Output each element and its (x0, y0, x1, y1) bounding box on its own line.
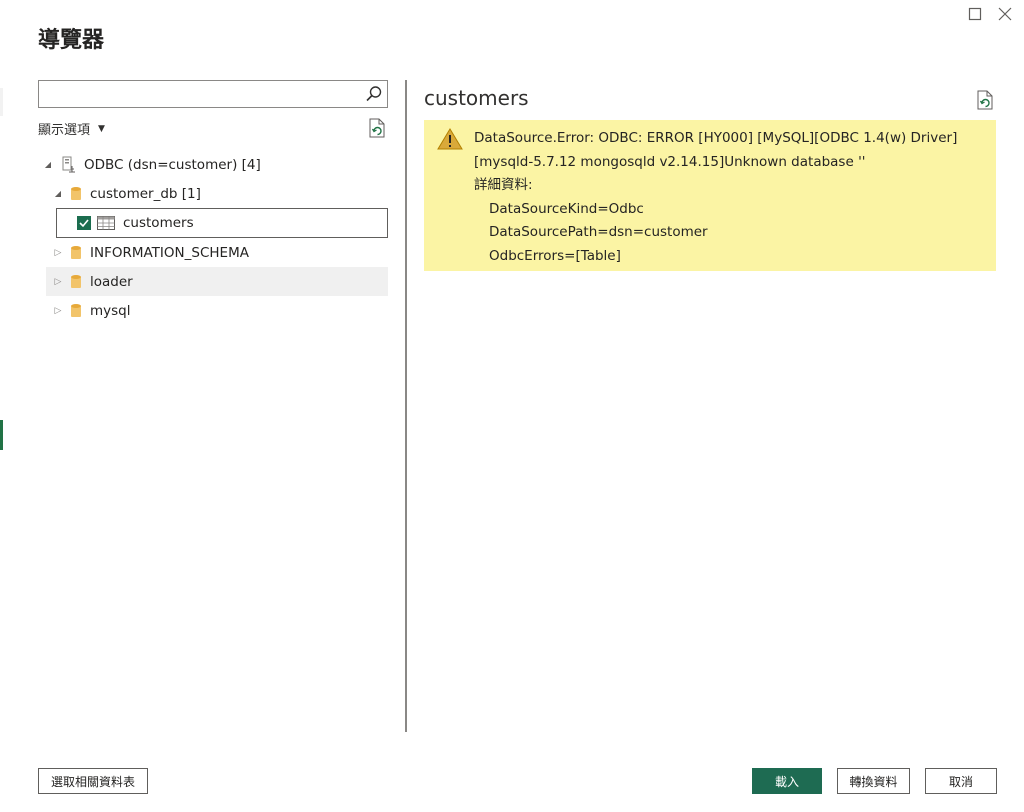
error-line: [mysqld-5.7.12 mongosqld v2.14.15]Unknow… (474, 153, 866, 170)
expand-arrow-icon[interactable]: ◢ (42, 160, 54, 169)
collapse-arrow-icon[interactable]: ▷ (52, 277, 64, 287)
error-detail: DataSourceKind=Odbc (489, 200, 644, 217)
select-related-tables-button[interactable]: 選取相關資料表 (38, 768, 148, 794)
close-button[interactable] (990, 4, 1020, 24)
refresh-icon[interactable] (368, 118, 386, 138)
tree-item-table[interactable]: customers (56, 208, 388, 238)
tree-item-database[interactable]: ▷ loader (46, 267, 388, 296)
transform-data-button[interactable]: 轉換資料 (837, 768, 910, 794)
tree-item-database[interactable]: ◢ customer_db [1] (52, 179, 388, 208)
search-box[interactable] (38, 80, 388, 108)
error-line: DataSource.Error: ODBC: ERROR [HY000] [M… (474, 130, 958, 146)
background-window-edge (0, 88, 3, 116)
chevron-down-icon: ▼ (98, 123, 105, 134)
tree-item-label: loader (90, 273, 133, 290)
error-detail: OdbcErrors=[Table] (489, 247, 621, 264)
database-icon (70, 274, 82, 290)
navigator-pane: 顯示選項 ▼ ◢ ODBC (dsn=customer) [4] ◢ custo… (38, 80, 388, 730)
refresh-icon[interactable] (976, 90, 994, 110)
server-icon (60, 156, 76, 174)
database-icon (70, 186, 82, 202)
expand-arrow-icon[interactable]: ◢ (52, 189, 64, 198)
collapse-arrow-icon[interactable]: ▷ (52, 248, 64, 258)
database-icon (70, 245, 82, 261)
maximize-button[interactable] (960, 4, 990, 24)
tree-item-database[interactable]: ▷ INFORMATION_SCHEMA (52, 238, 388, 267)
search-icon[interactable] (365, 85, 383, 103)
checkmark-icon (79, 219, 89, 228)
load-button[interactable]: 載入 (752, 768, 822, 794)
tree-item-label: customers (123, 215, 194, 231)
checkbox-checked[interactable] (77, 216, 91, 230)
close-icon (998, 7, 1012, 21)
tree-item-label: INFORMATION_SCHEMA (90, 244, 249, 261)
maximize-icon (968, 7, 982, 21)
search-input[interactable] (45, 85, 355, 103)
preview-title: customers (424, 86, 529, 110)
database-icon (70, 303, 82, 319)
pane-splitter[interactable] (405, 80, 407, 732)
error-detail: DataSourcePath=dsn=customer (489, 224, 708, 240)
error-message-box: DataSource.Error: ODBC: ERROR [HY000] [M… (424, 120, 996, 271)
window-controls (960, 4, 1020, 24)
tree-item-label: mysql (90, 302, 131, 319)
error-details-heading: 詳細資料: (474, 177, 533, 193)
cancel-button[interactable]: 取消 (925, 768, 997, 794)
display-options-label: 顯示選項 (38, 123, 91, 138)
tree-item-database[interactable]: ▷ mysql (52, 296, 388, 325)
dialog-title: 導覽器 (38, 28, 105, 53)
collapse-arrow-icon[interactable]: ▷ (52, 306, 64, 316)
background-window-accent (0, 420, 3, 450)
table-icon (97, 216, 115, 230)
display-options-dropdown[interactable]: 顯示選項 ▼ (38, 119, 105, 138)
error-text: DataSource.Error: ODBC: ERROR [HY000] [M… (474, 127, 957, 268)
warning-icon (437, 128, 463, 150)
tree-item-label: ODBC (dsn=customer) [4] (84, 156, 261, 173)
tree-item-root[interactable]: ◢ ODBC (dsn=customer) [4] (42, 150, 384, 179)
tree-item-label: customer_db [1] (90, 185, 201, 202)
